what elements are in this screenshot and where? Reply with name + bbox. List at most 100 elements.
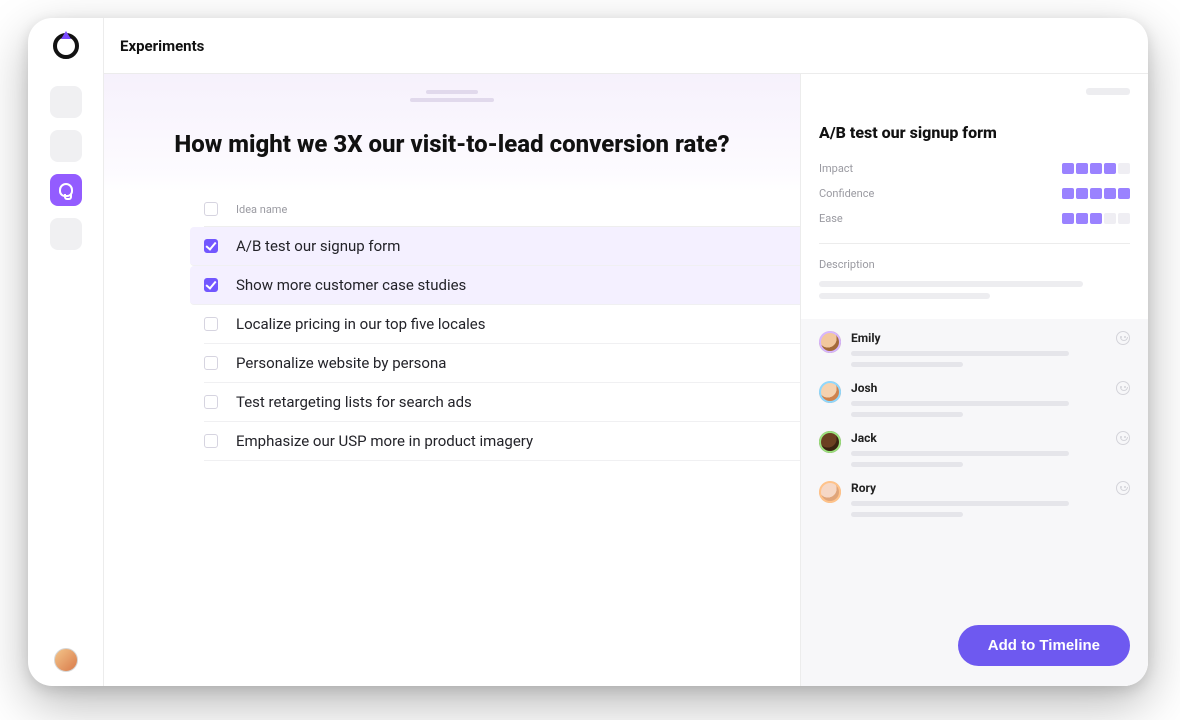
comment-placeholder-line <box>851 412 963 417</box>
description-label: Description <box>819 258 1130 271</box>
metric-block <box>1104 188 1116 199</box>
idea-checkbox[interactable] <box>204 434 218 448</box>
avatar <box>819 381 841 403</box>
idea-checkbox[interactable] <box>204 395 218 409</box>
idea-checkbox[interactable] <box>204 239 218 253</box>
comment-author: Josh <box>851 381 877 395</box>
comment-placeholder-line <box>851 362 963 367</box>
select-all-checkbox[interactable] <box>204 202 218 216</box>
sidebar-item-2[interactable] <box>50 130 82 162</box>
lightbulb-icon <box>59 183 73 197</box>
panel-title: A/B test our signup form <box>819 123 1130 142</box>
idea-row[interactable]: Emphasize our USP more in product imager… <box>204 422 800 461</box>
metric-label: Confidence <box>819 187 874 200</box>
idea-label: Show more customer case studies <box>236 276 466 294</box>
metric-block <box>1118 213 1130 224</box>
ideas-table-head: Idea name <box>204 192 800 227</box>
sidebar <box>28 18 104 686</box>
idea-row[interactable]: Personalize website by persona <box>204 344 800 383</box>
ideas-section: How might we 3X our visit-to-lead conver… <box>104 74 800 686</box>
idea-row[interactable]: Localize pricing in our top five locales <box>204 305 800 344</box>
metric-block <box>1104 163 1116 174</box>
idea-checkbox[interactable] <box>204 356 218 370</box>
sidebar-item-experiments[interactable] <box>50 174 82 206</box>
metric-row: Impact <box>819 162 1130 175</box>
metric-block <box>1076 163 1088 174</box>
emoji-icon[interactable] <box>1116 381 1130 395</box>
metric-block <box>1090 163 1102 174</box>
comment-placeholder-line <box>851 451 1069 456</box>
comment: Jack <box>819 431 1130 467</box>
metrics: Impact Confidence Ease <box>801 162 1148 225</box>
idea-label: Localize pricing in our top five locales <box>236 315 485 333</box>
idea-label: A/B test our signup form <box>236 237 400 255</box>
panel-header: A/B test our signup form <box>801 99 1148 152</box>
metric-block <box>1104 213 1116 224</box>
content-row: How might we 3X our visit-to-lead conver… <box>104 74 1148 686</box>
emoji-icon[interactable] <box>1116 481 1130 495</box>
metric-block <box>1118 188 1130 199</box>
avatar <box>819 331 841 353</box>
comment: Rory <box>819 481 1130 517</box>
comment-placeholder-line <box>851 401 1069 406</box>
metric-blocks[interactable] <box>1062 163 1130 174</box>
comment-body: Emily <box>851 331 1130 367</box>
main-column: Experiments How might we 3X our visit-to… <box>104 18 1148 686</box>
idea-row[interactable]: Show more customer case studies <box>190 266 800 305</box>
comments-list: Emily Josh Jack Rory <box>801 319 1148 609</box>
sidebar-item-4[interactable] <box>50 218 82 250</box>
emoji-icon[interactable] <box>1116 331 1130 345</box>
sidebar-nav <box>50 86 82 250</box>
metric-block <box>1118 163 1130 174</box>
metric-row: Confidence <box>819 187 1130 200</box>
description-section: Description <box>801 244 1148 319</box>
emoji-icon[interactable] <box>1116 431 1130 445</box>
current-user-avatar[interactable] <box>54 648 78 672</box>
metric-block <box>1076 213 1088 224</box>
comment-body: Jack <box>851 431 1130 467</box>
comment-head: Emily <box>851 331 1130 345</box>
comment-placeholder-line <box>851 501 1069 506</box>
idea-checkbox[interactable] <box>204 278 218 292</box>
metric-label: Ease <box>819 212 843 225</box>
comment: Emily <box>819 331 1130 367</box>
idea-label: Personalize website by persona <box>236 354 446 372</box>
avatar <box>819 431 841 453</box>
comment: Josh <box>819 381 1130 417</box>
metric-row: Ease <box>819 212 1130 225</box>
comment-head: Jack <box>851 431 1130 445</box>
comment-author: Emily <box>851 331 881 345</box>
metric-block <box>1076 188 1088 199</box>
hero: How might we 3X our visit-to-lead conver… <box>104 74 800 192</box>
logo-icon <box>53 33 79 59</box>
idea-row[interactable]: A/B test our signup form <box>190 227 800 266</box>
comment-placeholder-line <box>851 462 963 467</box>
comment-head: Josh <box>851 381 1130 395</box>
panel-footer: Add to Timeline <box>801 609 1148 686</box>
metric-label: Impact <box>819 162 853 175</box>
comment-head: Rory <box>851 481 1130 495</box>
idea-label: Emphasize our USP more in product imager… <box>236 432 533 450</box>
hero-heading: How might we 3X our visit-to-lead conver… <box>124 130 780 158</box>
avatar <box>819 481 841 503</box>
sidebar-item-1[interactable] <box>50 86 82 118</box>
comment-placeholder-line <box>851 512 963 517</box>
description-placeholder-line <box>819 281 1083 287</box>
metric-block <box>1090 188 1102 199</box>
topbar: Experiments <box>104 18 1148 74</box>
idea-label: Test retargeting lists for search ads <box>236 393 472 411</box>
metric-blocks[interactable] <box>1062 213 1130 224</box>
hero-placeholder <box>410 90 494 102</box>
page-title: Experiments <box>120 37 204 55</box>
metric-blocks[interactable] <box>1062 188 1130 199</box>
idea-row[interactable]: Test retargeting lists for search ads <box>204 383 800 422</box>
comment-author: Jack <box>851 431 877 445</box>
add-to-timeline-button[interactable]: Add to Timeline <box>958 625 1130 666</box>
comment-body: Rory <box>851 481 1130 517</box>
description-placeholder-line <box>819 293 990 299</box>
panel-toolbar-placeholder <box>1086 88 1130 95</box>
detail-panel: A/B test our signup form Impact Confidenc… <box>800 74 1148 686</box>
metric-block <box>1062 213 1074 224</box>
panel-toolbar <box>801 74 1148 99</box>
idea-checkbox[interactable] <box>204 317 218 331</box>
